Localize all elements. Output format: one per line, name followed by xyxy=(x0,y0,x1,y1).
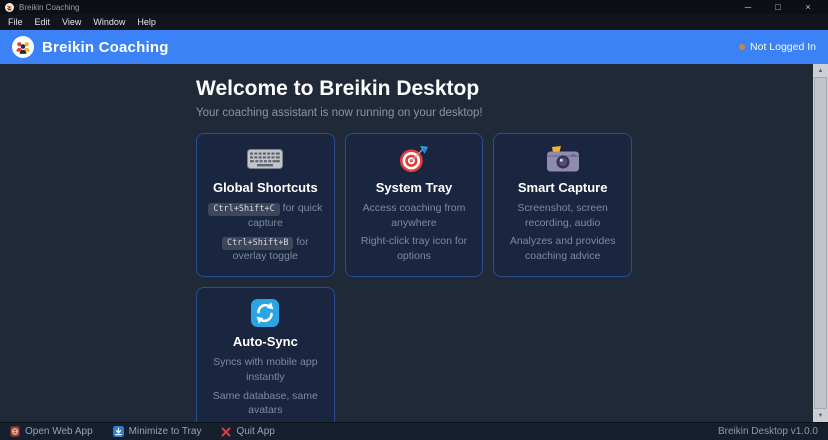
card-smart-capture: Smart Capture Screenshot, screen recordi… xyxy=(493,133,632,277)
card-line: Same database, same avatars xyxy=(206,389,325,418)
card-title: Auto-Sync xyxy=(206,334,325,349)
login-status[interactable]: Not Logged In xyxy=(739,41,816,53)
kbd-combo-capture: Ctrl+Shift+C xyxy=(208,203,279,216)
card-auto-sync: Auto-Sync Syncs with mobile app instantl… xyxy=(196,287,335,422)
card-global-shortcuts: Global Shortcuts Ctrl+Shift+C for quick … xyxy=(196,133,335,277)
web-app-icon xyxy=(10,426,20,437)
brand-name: Breikin Coaching xyxy=(42,39,169,56)
open-web-app-button[interactable]: Open Web App xyxy=(10,426,93,437)
scroll-down-button[interactable]: ▼ xyxy=(813,409,828,422)
minimize-button[interactable]: ─ xyxy=(733,0,763,14)
app-window: Breikin Coaching ─ □ × File Edit View Wi… xyxy=(0,0,828,440)
card-title: Smart Capture xyxy=(503,180,622,195)
tray-minimize-icon xyxy=(113,426,124,437)
shortcut-line-1: Ctrl+Shift+C for quick capture xyxy=(206,201,325,231)
page-title: Welcome to Breikin Desktop xyxy=(196,77,632,101)
card-line: Access coaching from anywhere xyxy=(355,201,474,230)
login-status-label: Not Logged In xyxy=(750,41,816,53)
titlebar: Breikin Coaching ─ □ × xyxy=(0,0,828,14)
quit-icon xyxy=(221,427,231,437)
minimize-to-tray-button[interactable]: Minimize to Tray xyxy=(113,426,202,437)
scrollbar[interactable]: ▲ ▼ xyxy=(813,64,828,422)
content-container: Welcome to Breikin Desktop Your coaching… xyxy=(196,64,632,422)
version-text: Breikin Desktop v1.0.0 xyxy=(718,426,818,437)
status-dot-icon xyxy=(739,44,745,50)
card-title: Global Shortcuts xyxy=(206,180,325,195)
minimize-to-tray-label: Minimize to Tray xyxy=(129,426,202,437)
keyboard-icon xyxy=(206,146,325,172)
card-line: Right-click tray icon for options xyxy=(355,234,474,263)
card-system-tray: System Tray Access coaching from anywher… xyxy=(345,133,484,277)
footer: Open Web App Minimize to Tray Quit App B… xyxy=(0,422,828,440)
menu-item-edit[interactable]: Edit xyxy=(29,14,57,30)
sync-icon xyxy=(206,300,325,326)
kbd-combo-overlay: Ctrl+Shift+B xyxy=(222,237,293,250)
menu-item-window[interactable]: Window xyxy=(87,14,131,30)
menu-item-file[interactable]: File xyxy=(2,14,29,30)
quit-app-button[interactable]: Quit App xyxy=(221,426,274,437)
camera-icon xyxy=(503,146,622,172)
window-controls: ─ □ × xyxy=(733,0,823,14)
brand-logo-icon xyxy=(12,36,34,58)
page-subtitle: Your coaching assistant is now running o… xyxy=(196,107,632,119)
close-button[interactable]: × xyxy=(793,0,823,14)
card-title: System Tray xyxy=(355,180,474,195)
app-header: Breikin Coaching Not Logged In xyxy=(0,30,828,64)
quit-app-label: Quit App xyxy=(236,426,274,437)
main-content: Welcome to Breikin Desktop Your coaching… xyxy=(0,64,828,422)
maximize-button[interactable]: □ xyxy=(763,0,793,14)
open-web-app-label: Open Web App xyxy=(25,426,93,437)
target-icon xyxy=(355,146,474,172)
scroll-up-button[interactable]: ▲ xyxy=(813,64,828,77)
window-title: Breikin Coaching xyxy=(19,3,79,12)
card-line: Analyzes and provides coaching advice xyxy=(503,234,622,263)
card-line: Screenshot, screen recording, audio xyxy=(503,201,622,230)
menubar: File Edit View Window Help xyxy=(0,14,828,30)
scroll-thumb[interactable] xyxy=(814,77,827,409)
menu-item-help[interactable]: Help xyxy=(131,14,162,30)
shortcut-line-2: Ctrl+Shift+B for overlay toggle xyxy=(206,235,325,265)
brand: Breikin Coaching xyxy=(12,36,169,58)
menu-item-view[interactable]: View xyxy=(56,14,87,30)
cards-grid: Global Shortcuts Ctrl+Shift+C for quick … xyxy=(196,133,632,422)
app-logo-icon xyxy=(5,3,14,12)
card-line: Syncs with mobile app instantly xyxy=(206,355,325,384)
